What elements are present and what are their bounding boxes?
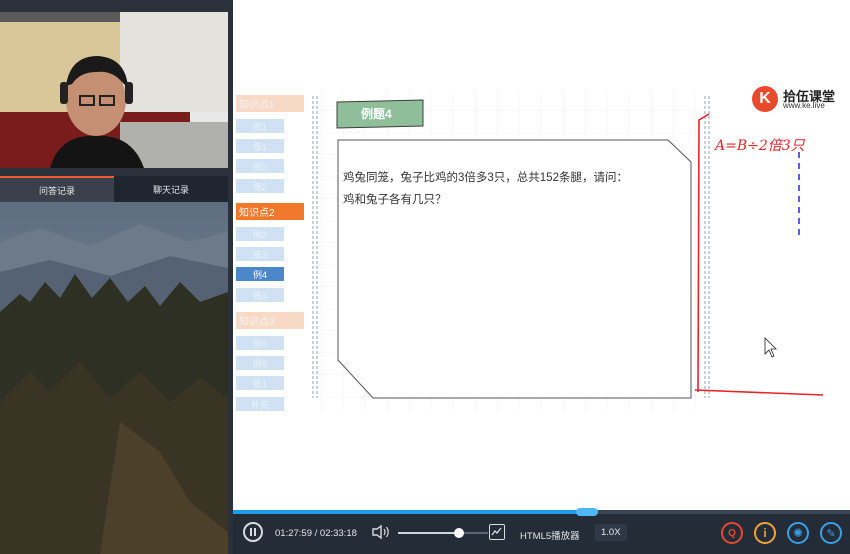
current-time: 01:27:59 (275, 528, 312, 539)
pen-button[interactable]: ✎ (820, 522, 842, 544)
time-display: 01:27:59 / 02:33:18 (275, 528, 357, 539)
mountain-forest-image (0, 202, 228, 554)
brand-logo-letter: K (759, 90, 771, 107)
nav-example-3[interactable]: 例3 (236, 227, 284, 241)
nav-practice-3[interactable]: 练3 (236, 247, 284, 261)
progress-fill (233, 510, 588, 514)
problem-line-2: 鸡和兔子各有几只？ (343, 194, 447, 206)
tab-chat-records[interactable]: 聊天记录 (114, 176, 228, 202)
qa-button[interactable]: Q (721, 522, 743, 544)
volume-button[interactable] (371, 524, 391, 545)
left-panel: 问答记录 聊天记录 (0, 0, 233, 554)
problem-text: 鸡兔同笼，兔子比鸡的3倍多3只，总共152条腿，请问： 鸡和兔子各有几只？ (343, 167, 661, 211)
tab-qa-records[interactable]: 问答记录 (0, 176, 114, 202)
time-separator: / (314, 528, 318, 539)
nav-practice-4[interactable]: 练4 (236, 288, 284, 302)
total-time: 02:33:18 (319, 528, 357, 539)
qa-icon: Q (728, 527, 736, 539)
volume-fill (398, 532, 460, 534)
settings-icon: ✺ (792, 526, 804, 540)
problem-line-1: 鸡兔同笼，兔子比鸡的3倍多3只，总共152条腿，请问： (343, 172, 628, 184)
screen-icon (491, 527, 502, 536)
pause-button[interactable] (243, 522, 263, 542)
lecture-slide: 例题4 鸡兔同笼，兔子比鸡的3倍多3只，总共152条腿，请问： 鸡和兔子各有几只… (233, 0, 850, 510)
player-controls: 01:27:59 / 02:33:18 HTML5播放器 1.0X Q i ✺ … (233, 508, 850, 554)
volume-knob[interactable] (454, 528, 465, 538)
nav-knowledge-1[interactable]: 知识点1 (236, 95, 304, 112)
teacher-video (0, 12, 228, 168)
player-label[interactable]: HTML5播放器 (520, 528, 580, 542)
volume-slider[interactable] (398, 528, 488, 538)
nav-example-1[interactable]: 例1 (236, 119, 284, 133)
volume-icon (372, 524, 389, 540)
screen-button[interactable] (489, 524, 505, 540)
nav-example-4[interactable]: 例4 (236, 267, 284, 281)
nav-practice-5[interactable]: 练1 (236, 376, 284, 390)
nav-practice-2[interactable]: 练2 (236, 179, 284, 193)
progress-bar[interactable] (233, 508, 850, 516)
nav-knowledge-2[interactable]: 知识点2 (236, 203, 304, 220)
pause-icon (250, 528, 256, 536)
teacher-video-frame (0, 12, 228, 168)
slide-grid (312, 90, 710, 410)
example-title: 例题4 (361, 107, 392, 121)
speed-button[interactable]: 1.0X (595, 524, 627, 541)
info-icon: i (763, 526, 767, 540)
nav-example-2[interactable]: 例2 (236, 159, 284, 173)
handwriting-text: A=B÷2倍3只 (715, 138, 805, 154)
background-scenery (0, 202, 228, 554)
nav-knowledge-3[interactable]: 知识点3 (236, 312, 304, 329)
progress-handle[interactable] (576, 508, 599, 516)
nav-example-5[interactable]: 例5 (236, 336, 284, 350)
settings-button[interactable]: ✺ (787, 522, 809, 544)
sidebar-tabs: 问答记录 聊天记录 (0, 176, 228, 202)
brand-url: www.ke.live (783, 101, 825, 110)
nav-example-6[interactable]: 例6 (236, 356, 284, 370)
pen-icon: ✎ (826, 527, 836, 540)
nav-practice-1[interactable]: 练1 (236, 139, 284, 153)
nav-supplement[interactable]: 补充 (236, 397, 284, 411)
brand-logo: K (752, 86, 778, 112)
info-button[interactable]: i (754, 522, 776, 544)
